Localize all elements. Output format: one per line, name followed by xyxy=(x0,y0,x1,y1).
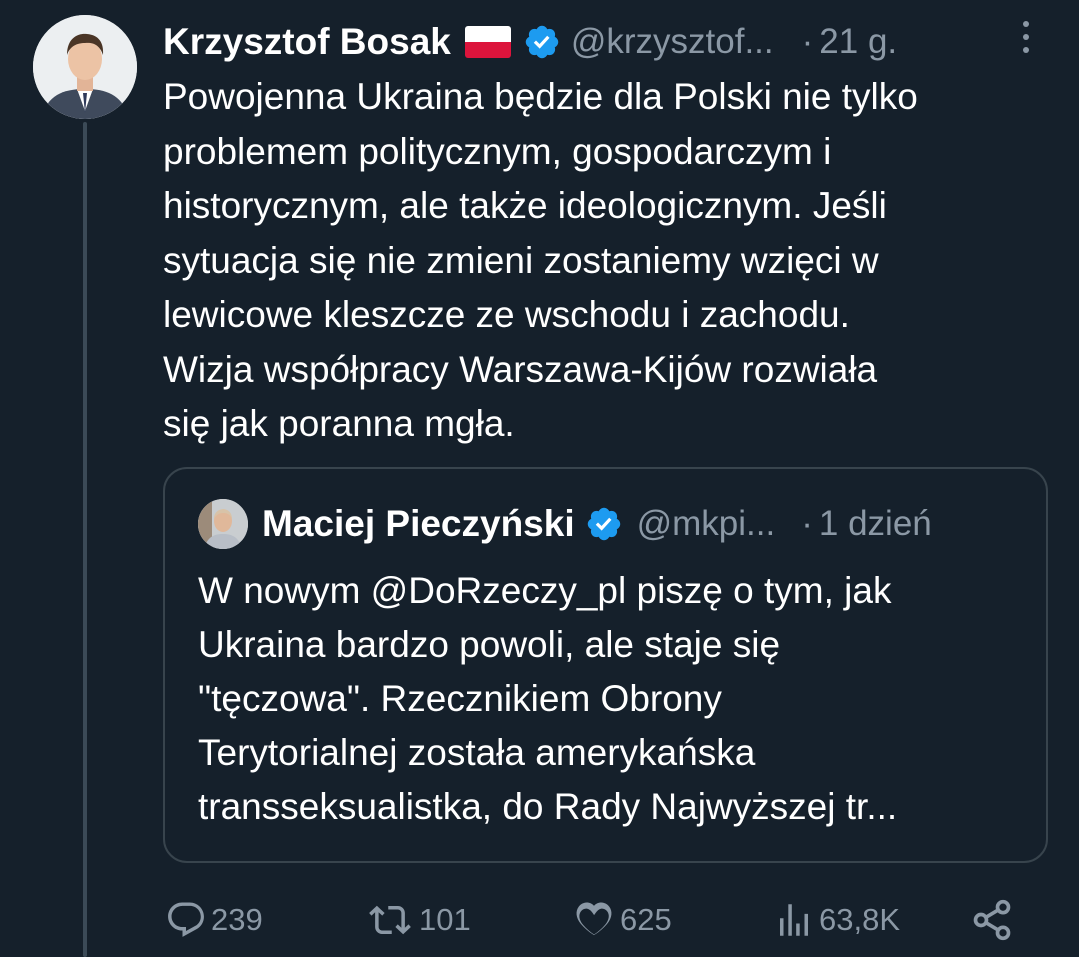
quoted-tweet[interactable]: Maciej Pieczyński @mkpi... · 1 dzień W n… xyxy=(163,467,1048,863)
view-count: 63,8K xyxy=(819,902,901,937)
more-options-icon[interactable] xyxy=(1015,14,1037,60)
reply-count: 239 xyxy=(211,902,263,937)
views-button[interactable]: 63,8K xyxy=(773,888,900,952)
share-button[interactable] xyxy=(970,888,1014,952)
author-name[interactable]: Krzysztof Bosak xyxy=(163,21,451,63)
retweet-icon xyxy=(369,905,411,935)
verified-badge-icon[interactable] xyxy=(585,505,623,543)
quote-time[interactable]: 1 dzień xyxy=(819,504,932,544)
author-handle[interactable]: @krzysztof... xyxy=(571,22,774,62)
thread-line xyxy=(83,122,87,957)
separator-dot: · xyxy=(801,504,813,543)
separator-dot: · xyxy=(801,22,814,61)
retweet-count: 101 xyxy=(419,902,471,937)
action-bar: 239 101 625 63,8K xyxy=(0,888,1079,952)
profile-photo-icon xyxy=(198,499,248,549)
quote-author-handle[interactable]: @mkpi... xyxy=(637,504,776,544)
author-avatar[interactable] xyxy=(33,15,137,119)
heart-icon xyxy=(576,902,612,936)
share-icon xyxy=(973,899,1011,941)
quote-header: Maciej Pieczyński @mkpi... · 1 dzień xyxy=(198,497,1038,551)
quote-author-name[interactable]: Maciej Pieczyński xyxy=(262,503,575,545)
quote-text: W nowym @DoRzeczy_pl piszę o tym, jak Uk… xyxy=(198,570,898,827)
like-count: 625 xyxy=(620,902,672,937)
like-button[interactable]: 625 xyxy=(572,888,672,952)
verified-badge-icon[interactable] xyxy=(523,23,561,61)
tweet-text: Powojenna Ukraina będzie dla Polski nie … xyxy=(163,76,918,444)
quote-avatar[interactable] xyxy=(198,499,248,549)
profile-photo-icon xyxy=(33,15,137,119)
reply-button[interactable]: 239 xyxy=(165,888,263,952)
poland-flag-icon xyxy=(464,26,511,58)
retweet-button[interactable]: 101 xyxy=(365,888,471,952)
tweet-time[interactable]: 21 g. xyxy=(819,22,897,62)
tweet-header: Krzysztof Bosak @krzysztof... · 21 g. xyxy=(163,14,1063,70)
reply-icon xyxy=(168,902,204,937)
views-chart-icon xyxy=(780,904,808,936)
